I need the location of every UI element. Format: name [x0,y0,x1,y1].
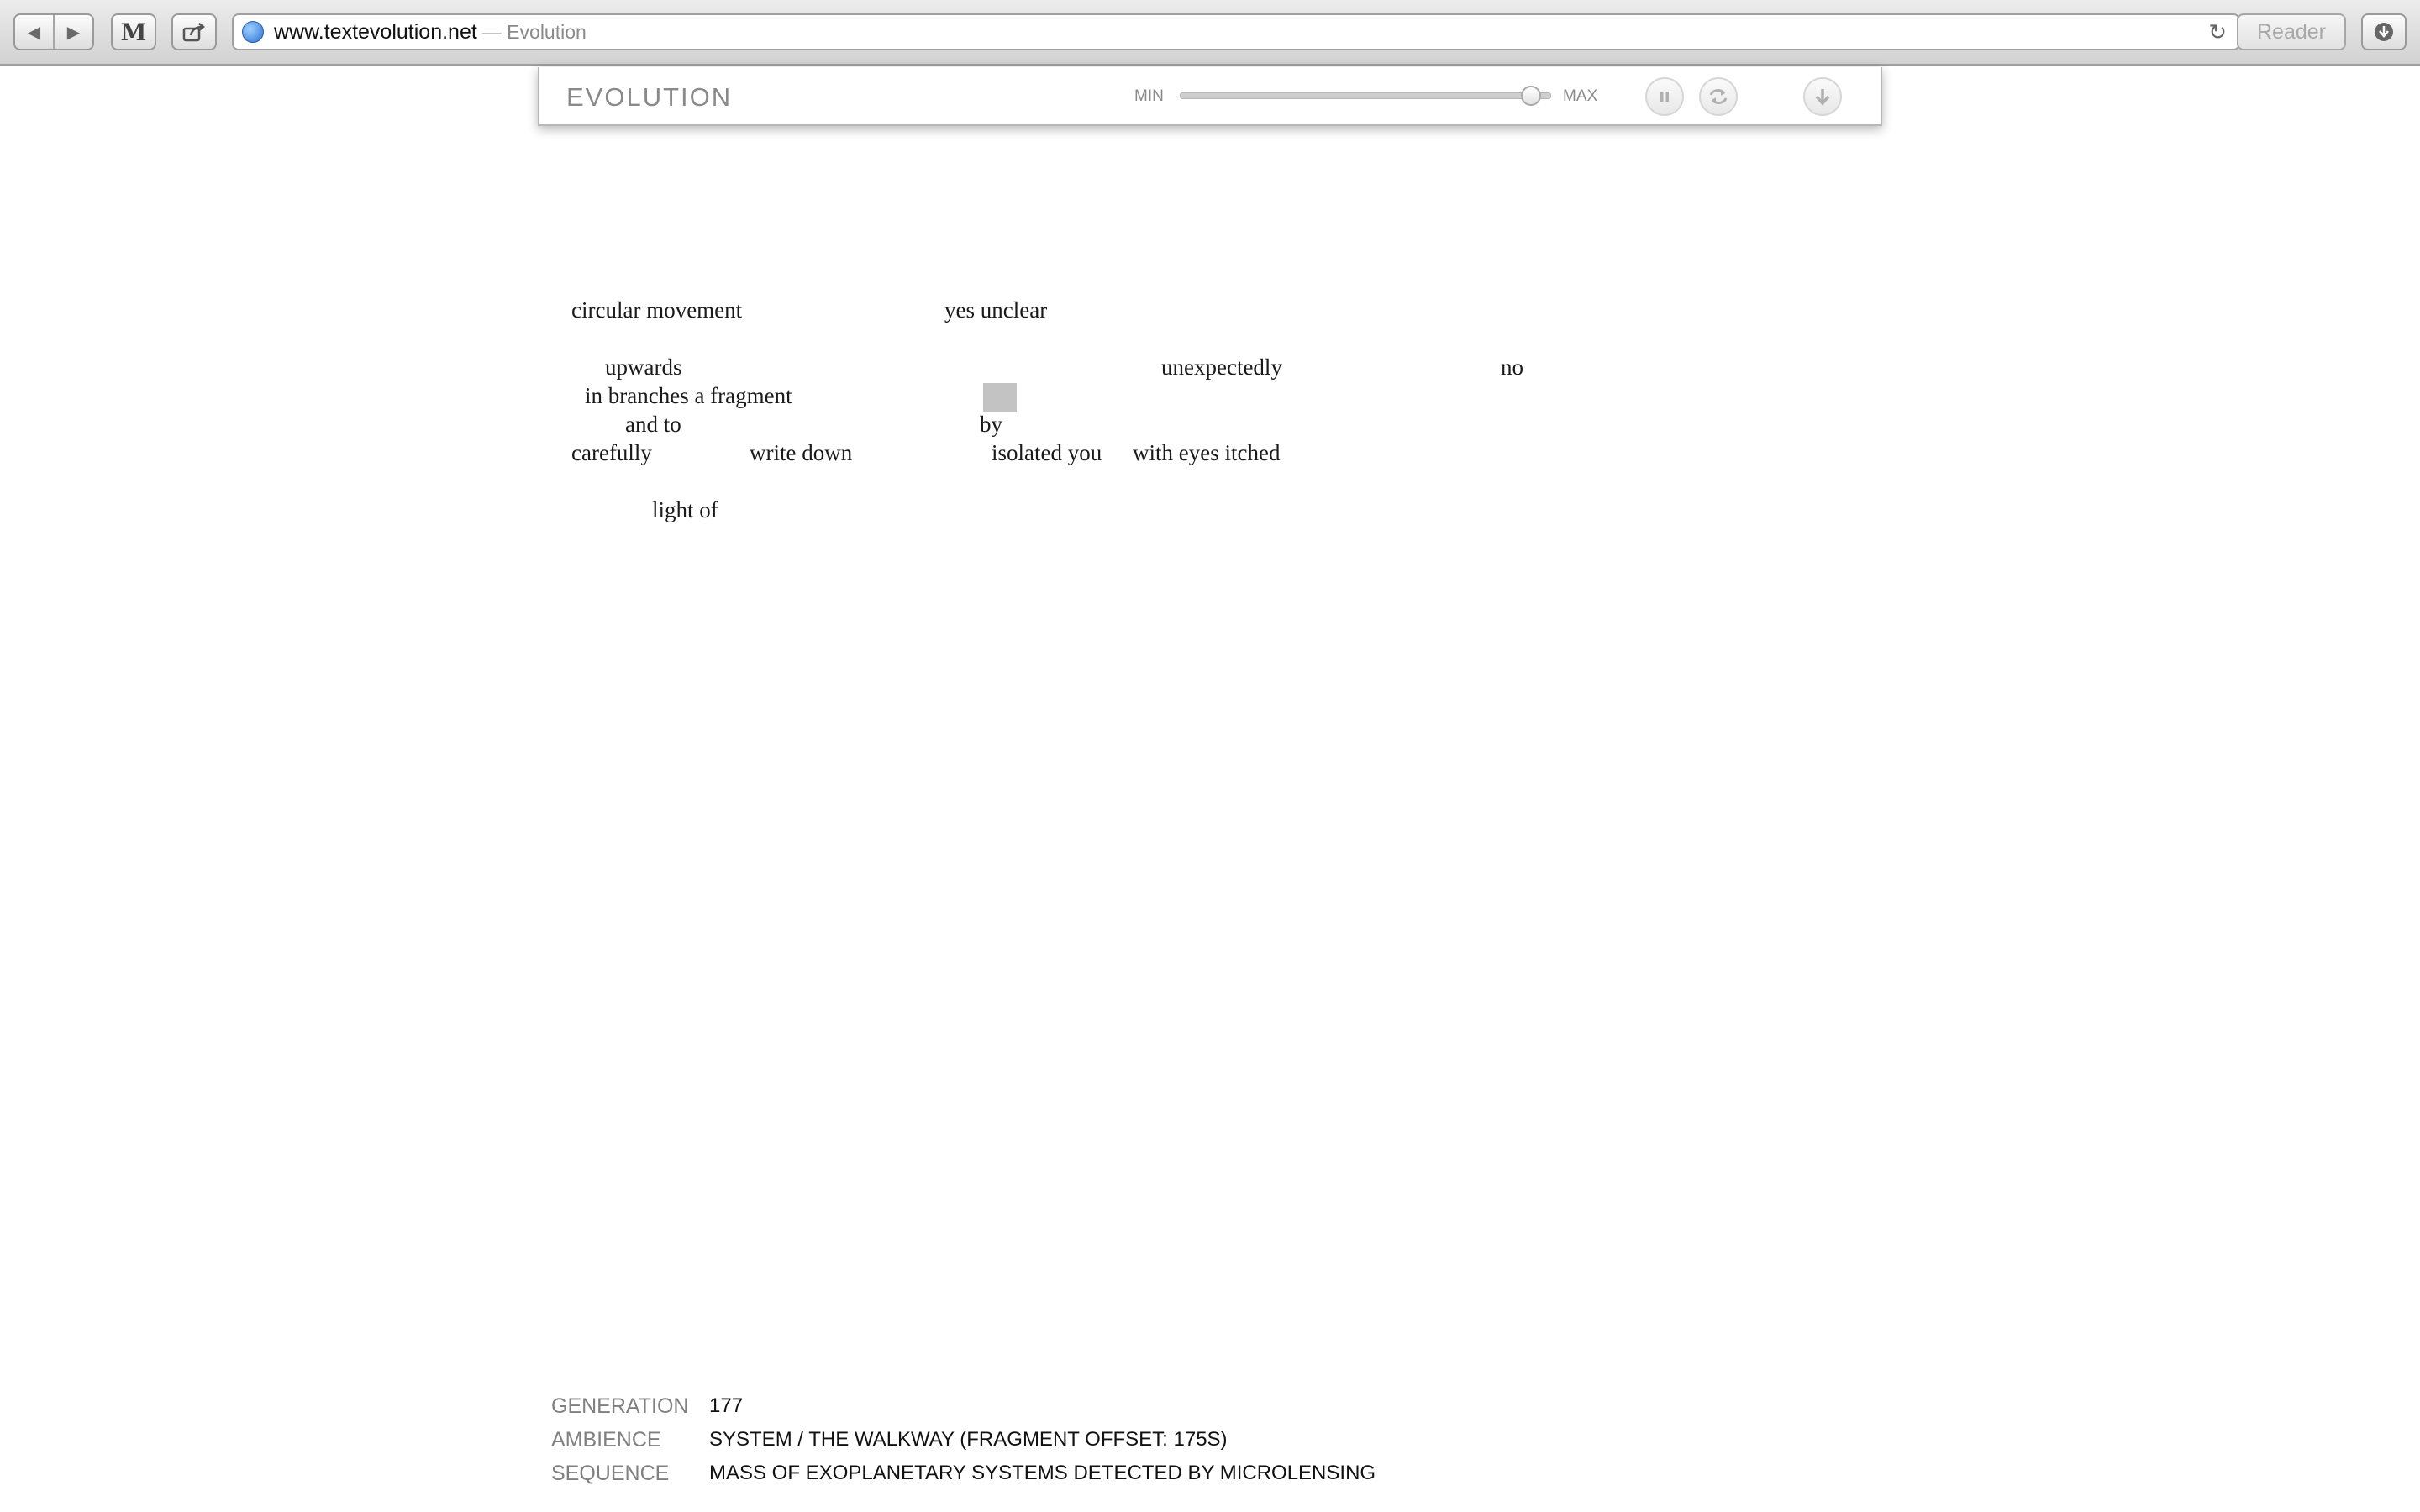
generation-label: GENERATION [551,1394,689,1418]
poem-word: unexpectedly [1161,354,1282,380]
poem-word: upwards [605,354,682,380]
poem-word: with eyes itched [1133,440,1281,465]
generation-value: 177 [709,1394,744,1417]
ambience-label: AMBIENCE [551,1427,661,1452]
poem-canvas: circular movement yes unclear upwards unexp… [0,0,2420,1512]
poem-word: light of [652,497,718,522]
poem-word: carefully [571,440,652,465]
generation-row: GENERATION 177 [551,1389,1376,1423]
poem-word: yes unclear [944,297,1048,323]
poem-word: in branches a fragment [585,383,792,408]
poem-word: no [1501,354,1523,380]
sequence-label: SEQUENCE [551,1461,670,1485]
fragment-block [983,383,1017,412]
generation-info: GENERATION 177 AMBIENCE SYSTEM / THE WAL… [551,1389,1376,1490]
poem-word: write down [750,440,853,465]
poem-word: circular movement [571,297,743,323]
ambience-row: AMBIENCE SYSTEM / THE WALKWAY (FRAGMENT … [551,1423,1376,1457]
sequence-value: MASS OF EXOPLANETARY SYSTEMS DETECTED BY… [709,1462,1376,1484]
ambience-value: SYSTEM / THE WALKWAY (FRAGMENT OFFSET: 1… [709,1428,1228,1451]
poem-word: by [980,412,1002,437]
poem-word: isolated you [992,440,1102,465]
sequence-row: SEQUENCE MASS OF EXOPLANETARY SYSTEMS DE… [551,1457,1376,1490]
poem-word: and to [625,412,681,437]
